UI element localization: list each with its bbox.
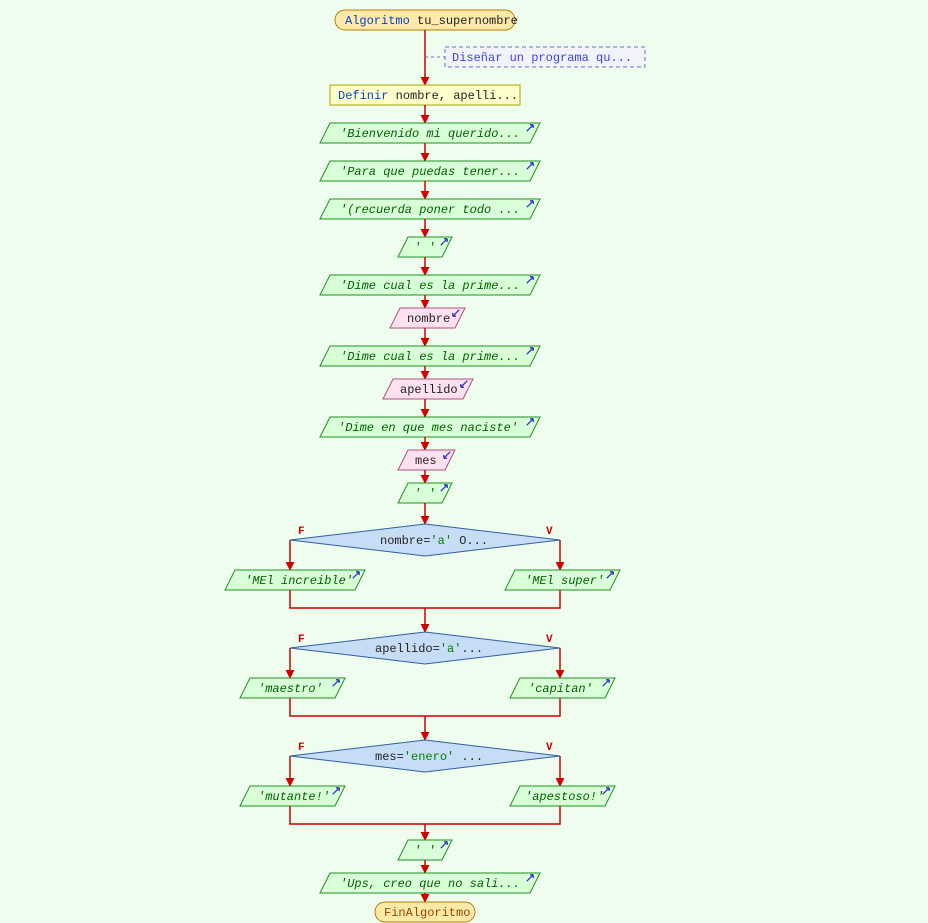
decision1-true-output: 'MEl super' <box>505 570 620 590</box>
svg-text:apellido: apellido <box>400 383 458 397</box>
output-6: 'Dime cual es la prime... <box>320 346 540 366</box>
output-1: 'Bienvenido mi querido... <box>320 123 540 143</box>
label-true: V <box>546 526 553 538</box>
svg-text:'capitan': 'capitan' <box>528 682 593 696</box>
svg-text:'MEl super': 'MEl super' <box>525 574 604 588</box>
svg-text:mes: mes <box>415 454 437 468</box>
decision-apellido: apellido='a'... <box>290 632 560 664</box>
svg-text:'mutante!': 'mutante!' <box>258 790 330 804</box>
comment-text: Diseñar un programa qu... <box>452 51 632 65</box>
svg-text:'(recuerda poner todo ...: '(recuerda poner todo ... <box>340 203 520 217</box>
svg-text:FinAlgoritmo: FinAlgoritmo <box>384 906 470 920</box>
decision3-false-output: 'mutante!' <box>240 786 345 806</box>
svg-text:Definir nombre, apelli.: Definir nombre, apelli... <box>338 89 518 103</box>
svg-text:' ': ' ' <box>414 241 436 255</box>
definir-rest: nombre, apelli... <box>396 89 518 103</box>
svg-text:apellido='a'...: apellido='a'... <box>375 642 483 656</box>
label-true: V <box>546 634 553 646</box>
decision2-true-output: 'capitan' <box>510 678 615 698</box>
svg-text:' ': ' ' <box>414 487 436 501</box>
title-keyword: Algoritmo <box>345 14 410 28</box>
svg-text:nombre: nombre <box>407 312 450 326</box>
output-final-1: ' ' <box>398 840 452 860</box>
algorithm-end: FinAlgoritmo <box>375 902 475 922</box>
decision-mes: mes='enero' ... <box>290 740 560 772</box>
output-4: ' ' <box>398 237 452 257</box>
label-true: V <box>546 742 553 754</box>
svg-text:mes='enero' ...: mes='enero' ... <box>375 750 483 764</box>
input-apellido: apellido <box>383 379 473 399</box>
svg-text:'MEl increible': 'MEl increible' <box>245 574 353 588</box>
title-name: tu_supernombre <box>417 14 518 28</box>
svg-text:'Dime cual es la prime...: 'Dime cual es la prime... <box>340 279 520 293</box>
svg-text:'Para que puedas tener...: 'Para que puedas tener... <box>340 165 520 179</box>
design-comment: Diseñar un programa qu... <box>425 47 645 67</box>
svg-text:'Bienvenido mi querido...: 'Bienvenido mi querido... <box>340 127 520 141</box>
output-final-2: 'Ups, creo que no sali... <box>320 873 540 893</box>
svg-text:nombre='a' O...: nombre='a' O... <box>380 534 488 548</box>
svg-text:'Dime cual es la prime...: 'Dime cual es la prime... <box>340 350 520 364</box>
define-vars: Definir nombre, apelli... <box>330 85 520 105</box>
decision-nombre: nombre='a' O... <box>290 524 560 556</box>
svg-text:Diseñar un programa qu...: Diseñar un programa qu... <box>452 51 632 65</box>
input-nombre: nombre <box>390 308 465 328</box>
decision1-false-output: 'MEl increible' <box>225 570 365 590</box>
definir-keyword: Definir <box>338 89 388 103</box>
label-false: F <box>298 742 305 754</box>
output-7: 'Dime en que mes naciste' <box>320 417 540 437</box>
input-mes: mes <box>398 450 455 470</box>
svg-text:'maestro': 'maestro' <box>258 682 323 696</box>
svg-text:Algoritmo tu_sup: Algoritmo tu_supernombre <box>345 14 518 28</box>
output-8: ' ' <box>398 483 452 503</box>
output-3: '(recuerda poner todo ... <box>320 199 540 219</box>
decision3-true-output: 'apestoso!' <box>510 786 615 806</box>
svg-text:' ': ' ' <box>414 844 436 858</box>
svg-text:'Ups, creo que no sali...: 'Ups, creo que no sali... <box>340 877 520 891</box>
svg-text:'Dime en que mes naciste': 'Dime en que mes naciste' <box>338 421 518 435</box>
decision2-false-output: 'maestro' <box>240 678 345 698</box>
label-false: F <box>298 634 305 646</box>
output-5: 'Dime cual es la prime... <box>320 275 540 295</box>
svg-text:'apestoso!': 'apestoso!' <box>525 790 604 804</box>
output-2: 'Para que puedas tener... <box>320 161 540 181</box>
label-false: F <box>298 526 305 538</box>
algorithm-title: Algoritmo tu_supernombre <box>335 10 518 30</box>
